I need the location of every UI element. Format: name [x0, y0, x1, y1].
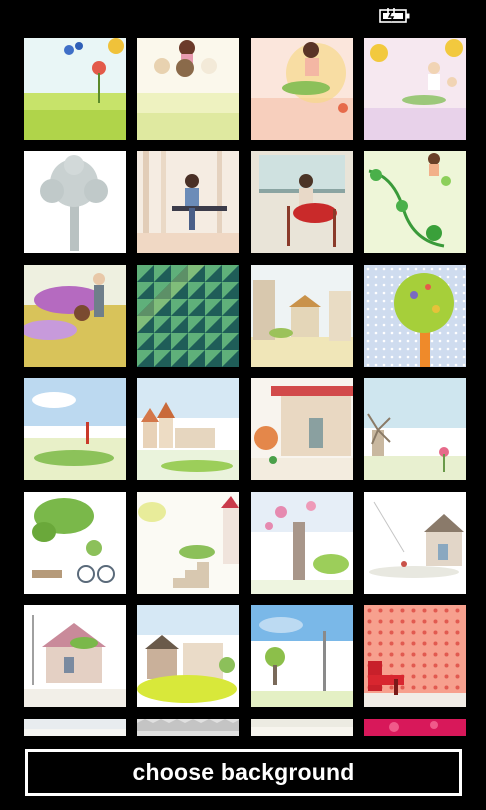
- wallpaper-grid: [24, 38, 466, 736]
- wallpaper-kids-sunflowers[interactable]: [364, 38, 466, 140]
- battery-charging-icon: [379, 8, 410, 23]
- pink-dots-icon: [364, 719, 466, 736]
- tree-silhouette-icon: [24, 151, 126, 253]
- stairs-icon: [137, 492, 239, 594]
- girl-window-icon: [251, 151, 353, 253]
- cottage-icon: [251, 378, 353, 480]
- wallpaper-garden-stairs[interactable]: [137, 492, 239, 594]
- bicycle-icon: [24, 492, 126, 594]
- choose-background-button[interactable]: choose background: [25, 749, 462, 796]
- sky-landscape-icon: [24, 378, 126, 480]
- wallpaper-pink-dots[interactable]: [364, 719, 466, 736]
- wallpaper-blue-sky-landscape[interactable]: [24, 378, 126, 480]
- pale-sketch-icon: [24, 719, 126, 736]
- wallpaper-flower-cart[interactable]: [24, 265, 126, 367]
- old-town-icon: [251, 265, 353, 367]
- wallpaper-village-house[interactable]: [24, 605, 126, 707]
- wallpaper-yellow-field-houses[interactable]: [137, 605, 239, 707]
- castle-icon: [137, 378, 239, 480]
- wallpaper-pale-sketch[interactable]: [24, 719, 126, 736]
- street-lamp-icon: [251, 605, 353, 707]
- triangle-pattern-icon: [137, 265, 239, 367]
- wallpaper-grey-pattern[interactable]: [137, 719, 239, 736]
- wallpaper-flowers-meadow[interactable]: [24, 38, 126, 140]
- wallpaper-kids-with-puppies[interactable]: [137, 38, 239, 140]
- flower-meadow-icon: [24, 38, 126, 140]
- wallpaper-pale-sky[interactable]: [251, 719, 353, 736]
- wallpaper-old-town[interactable]: [251, 265, 353, 367]
- lollipop-tree-icon: [364, 265, 466, 367]
- wallpaper-green-triangles[interactable]: [137, 265, 239, 367]
- flower-cart-icon: [24, 265, 126, 367]
- wallpaper-sketch-house[interactable]: [364, 492, 466, 594]
- wallpaper-girl-on-leaf[interactable]: [251, 38, 353, 140]
- grey-pattern-icon: [137, 719, 239, 736]
- blossom-tree-icon: [251, 492, 353, 594]
- status-bar: [0, 0, 486, 32]
- children-puppies-icon: [137, 38, 239, 140]
- wallpaper-white-tree[interactable]: [24, 151, 126, 253]
- wallpaper-red-chair-hearts[interactable]: [364, 605, 466, 707]
- wallpaper-castle-lake[interactable]: [137, 378, 239, 480]
- windmill-icon: [364, 378, 466, 480]
- girl-leaf-icon: [251, 38, 353, 140]
- wallpaper-lollipop-tree[interactable]: [364, 265, 466, 367]
- girl-bench-icon: [137, 151, 239, 253]
- village-house-icon: [24, 605, 126, 707]
- wallpaper-child-with-vines[interactable]: [364, 151, 466, 253]
- wallpaper-girl-on-bench[interactable]: [137, 151, 239, 253]
- wallpaper-windmill-field[interactable]: [364, 378, 466, 480]
- child-vines-icon: [364, 151, 466, 253]
- wallpaper-street-lamp[interactable]: [251, 605, 353, 707]
- wallpaper-blossom-tree[interactable]: [251, 492, 353, 594]
- field-houses-icon: [137, 605, 239, 707]
- wallpaper-bicycle-garden[interactable]: [24, 492, 126, 594]
- children-flowers-icon: [364, 38, 466, 140]
- sketch-house-icon: [364, 492, 466, 594]
- wallpaper-girl-at-window[interactable]: [251, 151, 353, 253]
- wallpaper-cottage-flowers[interactable]: [251, 378, 353, 480]
- pale-sky-icon: [251, 719, 353, 736]
- choose-background-label: choose background: [132, 759, 355, 785]
- red-chair-icon: [364, 605, 466, 707]
